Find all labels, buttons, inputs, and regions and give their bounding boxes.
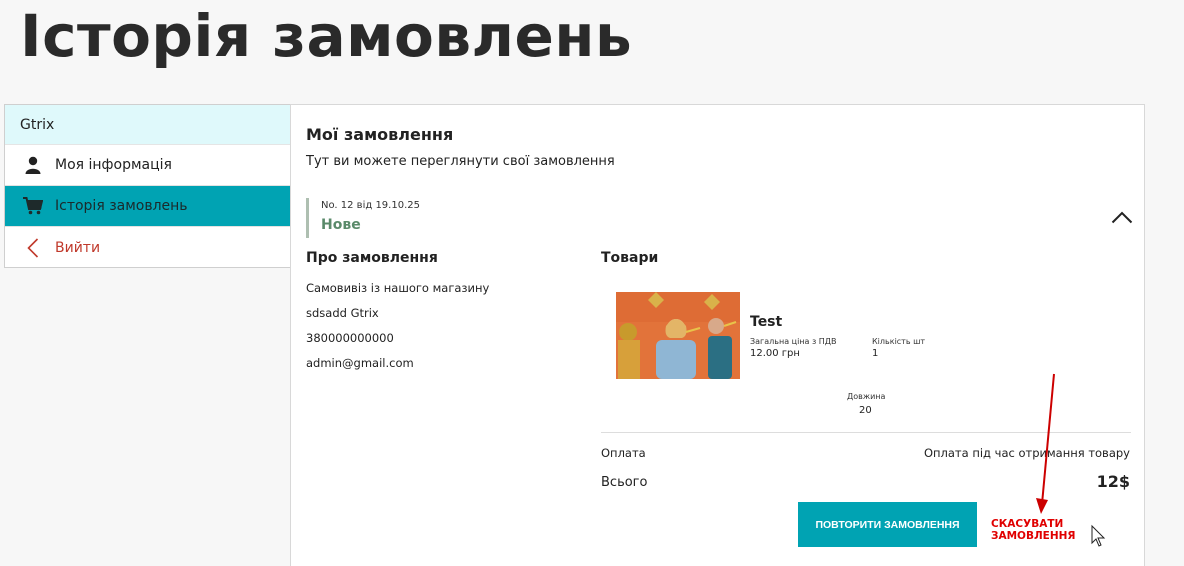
- quantity-value: 1: [872, 348, 879, 359]
- sidebar-item-label: Моя інформація: [55, 157, 172, 173]
- divider: [601, 432, 1131, 433]
- cart-icon: [21, 194, 45, 218]
- sidebar-item-order-history[interactable]: Історія замовлень: [5, 186, 290, 227]
- product-image: [616, 292, 740, 379]
- page-title: Історія замовлень: [20, 2, 633, 70]
- goods-title: Товари: [601, 250, 659, 266]
- length-value: 20: [859, 405, 872, 416]
- order-header: No. 12 від 19.10.25 Нове: [306, 198, 420, 238]
- order-status: Нове: [321, 217, 361, 233]
- repeat-order-button[interactable]: ПОВТОРИТИ ЗАМОВЛЕННЯ: [798, 502, 977, 547]
- about-order-title: Про замовлення: [306, 250, 438, 266]
- price-value: 12.00 грн: [750, 348, 800, 359]
- customer-name: sdsadd Gtrix: [306, 306, 379, 320]
- customer-email: admin@gmail.com: [306, 356, 414, 370]
- total-label: Всього: [601, 475, 648, 490]
- payment-label: Оплата: [601, 446, 646, 460]
- price-label: Загальна ціна з ПДВ: [750, 337, 837, 346]
- product-name: Test: [750, 314, 783, 330]
- customer-phone: 380000000000: [306, 331, 394, 345]
- user-icon: [21, 153, 45, 177]
- orders-title: Мої замовлення: [306, 125, 454, 144]
- delivery-method: Самовивіз із нашого магазину: [306, 281, 490, 295]
- cancel-order-button[interactable]: СКАСУВАТИ ЗАМОВЛЕННЯ: [991, 518, 1144, 542]
- account-sidebar: Gtrix Моя інформація Історія замовлень В…: [4, 104, 291, 268]
- sidebar-item-label: Вийти: [55, 239, 101, 256]
- payment-value: Оплата під час отримання товару: [923, 446, 1130, 460]
- sidebar-item-logout[interactable]: Вийти: [5, 227, 290, 268]
- length-label: Довжина: [847, 392, 886, 401]
- total-value: 12$: [1096, 472, 1130, 491]
- chevron-up-icon[interactable]: [1111, 209, 1133, 224]
- sidebar-item-my-info[interactable]: Моя інформація: [5, 145, 290, 186]
- orders-subtitle: Тут ви можете переглянути свої замовленн…: [306, 154, 615, 169]
- order-number: No. 12 від 19.10.25: [321, 200, 420, 211]
- sidebar-header: Gtrix: [5, 105, 290, 145]
- chevron-left-icon: [21, 236, 45, 260]
- sidebar-item-label: Історія замовлень: [55, 198, 188, 214]
- orders-panel: Мої замовлення Тут ви можете переглянути…: [290, 104, 1145, 566]
- quantity-label: Кількість шт: [872, 337, 926, 346]
- about-order-details: Самовивіз із нашого магазину sdsadd Gtri…: [306, 281, 489, 381]
